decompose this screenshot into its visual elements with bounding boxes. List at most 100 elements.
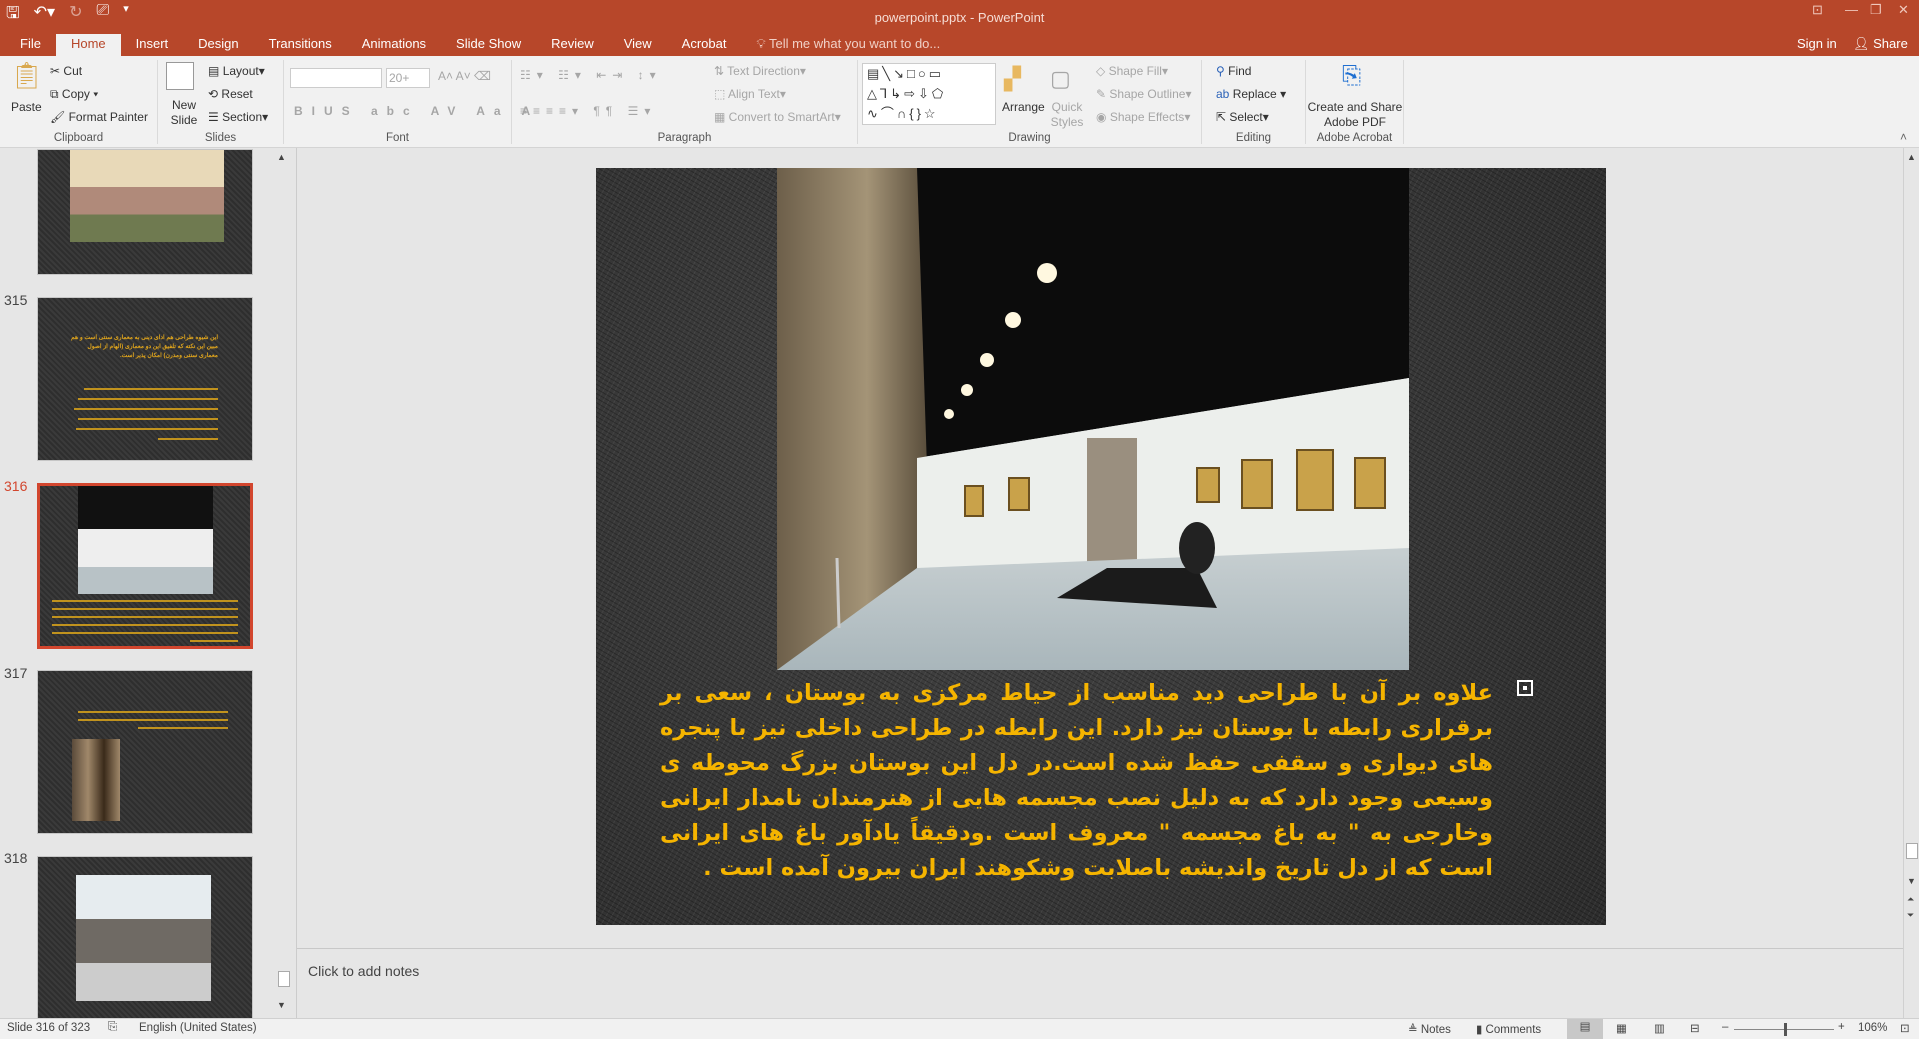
tab-insert[interactable]: Insert	[121, 34, 184, 56]
font-grow-shrink-icons[interactable]: A˄ A˅ ⌫	[438, 69, 491, 83]
thumbnail-scrollbar[interactable]: ▲ ▼	[277, 148, 291, 1018]
align-text-button[interactable]: ⬚ Align Text▾	[714, 87, 786, 101]
slide-body-text[interactable]: علاوه بر آن با طراحی دید مناسب از حیاط م…	[660, 676, 1493, 886]
thumbnail-image	[72, 739, 120, 821]
slide-thumbnail-selected[interactable]	[37, 483, 253, 649]
copy-button[interactable]: ⧉ Copy ▾	[50, 87, 98, 102]
tab-transitions[interactable]: Transitions	[254, 34, 347, 56]
tab-file[interactable]: File	[0, 34, 56, 56]
section-button[interactable]: ☰ Section▾	[208, 110, 268, 124]
scroll-down-icon[interactable]: ▼	[1907, 876, 1916, 886]
clipboard-label: Clipboard	[53, 132, 104, 144]
slide-scrollbar[interactable]: ▲ ▼ ⏶ ⏷	[1903, 148, 1919, 1018]
new-slide-icon	[166, 62, 194, 90]
spellcheck-icon[interactable]: ⎘	[108, 1021, 117, 1034]
reading-view-icon[interactable]: ▥	[1654, 1021, 1665, 1035]
notes-icon: ≜	[1408, 1024, 1418, 1036]
arrange-icon: ▞	[1004, 66, 1021, 91]
shape-outline-button[interactable]: ✎ Shape Outline▾	[1096, 87, 1191, 101]
quick-styles-icon: ▢	[1050, 66, 1071, 91]
sign-in-link[interactable]: Sign in	[1797, 36, 1837, 51]
previous-slide-icon[interactable]: ⏶	[1907, 894, 1914, 905]
slide-number: 315	[4, 292, 28, 308]
drawing-group: ▤╲↘□○▭ △⅂↳⇨⇩⬠ ∿⌒∩{}☆ ▞ Arrange ▢ Quick Sty…	[858, 60, 1202, 144]
scroll-thumb[interactable]	[1906, 843, 1918, 859]
collapse-ribbon-icon[interactable]: ˄	[1900, 130, 1907, 144]
thumbnail-image	[76, 875, 211, 1001]
select-button[interactable]: ⇱ Select▾	[1216, 110, 1269, 124]
acrobat-label: Adobe Acrobat	[1316, 132, 1393, 144]
reset-button[interactable]: ⟲ Reset	[208, 87, 253, 101]
tab-slide-show[interactable]: Slide Show	[441, 34, 536, 56]
minimize-icon[interactable]: —	[1845, 2, 1858, 17]
window-title: powerpoint.pptx - PowerPoint	[874, 10, 1045, 25]
font-label: Font	[385, 132, 409, 144]
slide-thumbnail[interactable]	[37, 670, 253, 834]
normal-view-icon[interactable]: ▤	[1567, 1019, 1603, 1039]
tab-animations[interactable]: Animations	[347, 34, 441, 56]
quick-styles-button[interactable]: Quick Styles	[1050, 100, 1084, 130]
restore-icon[interactable]: ❐	[1870, 2, 1882, 18]
tab-home[interactable]: Home	[55, 34, 121, 56]
gallery-photo[interactable]	[777, 168, 1409, 670]
comments-toggle[interactable]: ▮ Comments	[1476, 1022, 1541, 1036]
convert-smartart-button[interactable]: ▦ Convert to SmartArt▾	[714, 110, 841, 124]
fit-to-window-icon[interactable]: ⊡	[1900, 1021, 1910, 1035]
layout-button[interactable]: ▤ Layout▾	[208, 64, 265, 78]
paragraph-group: ☷▾ ☷▾ ⇤⇥ ↕▾ ≡≡≡≡▾ ¶¶ ☰▾ ⇅ Text Direction…	[512, 60, 858, 144]
notes-pane[interactable]: Click to add notes	[297, 948, 1903, 1018]
close-icon[interactable]: ✕	[1898, 2, 1909, 18]
paragraph-label: Paragraph	[657, 132, 712, 144]
replace-button[interactable]: ab Replace ▾	[1216, 87, 1286, 101]
notes-toggle[interactable]: ≜ Notes	[1408, 1022, 1451, 1036]
slide-number: 317	[4, 665, 28, 681]
zoom-slider-thumb[interactable]	[1784, 1023, 1787, 1036]
slide-thumbnail[interactable]	[37, 856, 253, 1018]
copy-icon: ⧉	[50, 87, 59, 101]
font-size-input[interactable]: 20+	[386, 68, 430, 88]
slide-canvas[interactable]: علاوه بر آن با طراحی دید مناسب از حیاط م…	[596, 168, 1606, 925]
scroll-up-icon[interactable]: ▲	[277, 152, 286, 162]
arrange-button[interactable]: Arrange	[1002, 100, 1045, 114]
font-format-buttons[interactable]: BIUS abc AV Aa A	[294, 104, 539, 118]
tab-acrobat[interactable]: Acrobat	[667, 34, 742, 56]
shape-fill-button[interactable]: ◇ Shape Fill▾	[1096, 64, 1168, 78]
acrobat-group: ⎘ Create and Share Adobe PDF Adobe Acrob…	[1306, 60, 1404, 144]
share-button[interactable]: 👤︎ Share	[1853, 36, 1908, 52]
tab-view[interactable]: View	[609, 34, 667, 56]
font-name-input[interactable]	[290, 68, 382, 88]
notes-placeholder[interactable]: Click to add notes	[308, 963, 419, 979]
cursor-icon: ⇱	[1216, 110, 1227, 124]
shapes-gallery[interactable]: ▤╲↘□○▭ △⅂↳⇨⇩⬠ ∿⌒∩{}☆	[862, 63, 996, 125]
ribbon-display-icon[interactable]: ⊡	[1812, 2, 1823, 18]
tab-review[interactable]: Review	[536, 34, 609, 56]
next-slide-icon[interactable]: ⏷	[1907, 910, 1914, 921]
scroll-up-icon[interactable]: ▲	[1907, 152, 1916, 162]
slideshow-view-icon[interactable]: ⊟	[1690, 1021, 1700, 1035]
zoom-level[interactable]: 106%	[1858, 1022, 1887, 1034]
new-slide-button[interactable]: New Slide	[166, 98, 202, 128]
slide-counter: Slide 316 of 323	[7, 1022, 91, 1034]
shape-effects-button[interactable]: ◉ Shape Effects▾	[1096, 110, 1190, 124]
zoom-out-icon[interactable]: –	[1722, 1021, 1728, 1033]
tell-me-search[interactable]: 💡︎ Tell me what you want to do...	[741, 34, 955, 56]
slide-thumbnail[interactable]	[37, 149, 253, 275]
slide-sorter-icon[interactable]: ▦	[1616, 1021, 1627, 1035]
comment-icon: ▮	[1476, 1024, 1483, 1036]
scroll-down-icon[interactable]: ▼	[277, 1000, 286, 1010]
language-status[interactable]: English (United States)	[139, 1022, 257, 1034]
format-painter-button[interactable]: 🖌︎ Format Painter	[50, 110, 148, 124]
create-share-pdf-button[interactable]: Create and Share Adobe PDF	[1306, 100, 1404, 130]
text-direction-button[interactable]: ⇅ Text Direction▾	[714, 64, 806, 78]
brush-icon: 🖌︎	[50, 110, 66, 124]
alignment-icons[interactable]: ≡≡≡≡▾ ¶¶ ☰▾	[520, 104, 656, 118]
find-button[interactable]: ⚲ Find	[1216, 64, 1251, 78]
tab-design[interactable]: Design	[183, 34, 253, 56]
slide-thumbnail[interactable]: این شیوه طراحی هم ادای دینی به معماری سن…	[37, 297, 253, 461]
status-bar: Slide 316 of 323 ⎘ English (United State…	[0, 1018, 1919, 1039]
cut-button[interactable]: ✂ Cut	[50, 64, 82, 78]
paste-button[interactable]: Paste	[11, 100, 42, 114]
zoom-in-icon[interactable]: +	[1838, 1021, 1845, 1033]
list-indent-icons[interactable]: ☷▾ ☷▾ ⇤⇥ ↕▾	[520, 68, 662, 82]
scroll-thumb[interactable]	[278, 971, 290, 987]
